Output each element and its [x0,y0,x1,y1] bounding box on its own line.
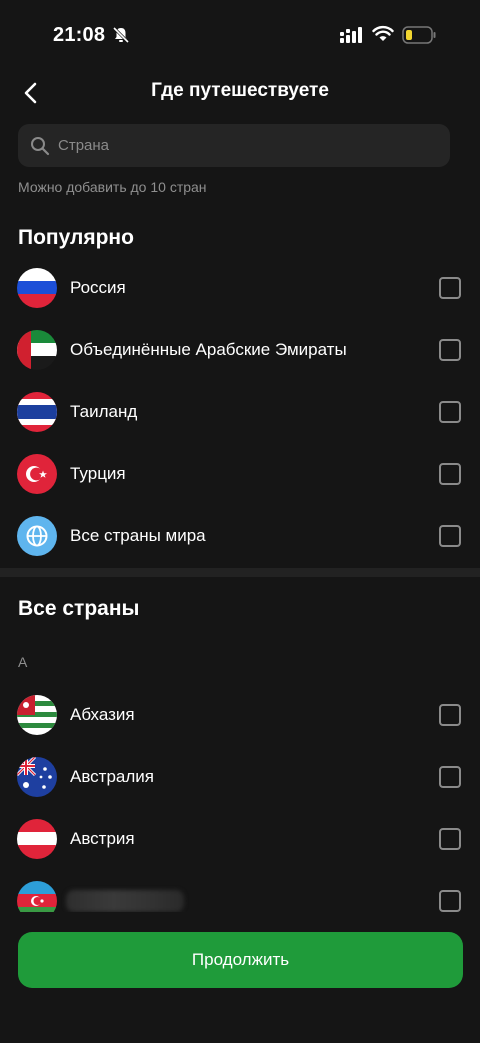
country-checkbox[interactable] [439,277,461,299]
thailand-flag-icon [17,392,57,432]
country-label: Россия [70,278,126,297]
alphabet-letter: А [18,654,28,670]
signal-icon [340,27,362,43]
turkey-flag-icon [17,454,57,494]
country-row-turkey[interactable]: Турция [0,443,480,505]
country-checkbox[interactable] [439,766,461,788]
country-row-russia[interactable]: Россия [0,257,480,319]
section-title-all-countries: Все страны [18,597,140,620]
search-icon [31,136,50,155]
search-box[interactable] [18,124,450,167]
country-label: Австралия [70,767,154,786]
status-time: 21:08 [53,24,106,46]
country-row-abkhazia[interactable]: Абхазия [0,684,480,746]
austria-flag-icon [17,819,57,859]
uae-flag-icon [17,330,57,370]
country-label: Объединённые Арабские Эмираты [70,340,347,359]
russia-flag-icon [17,268,57,308]
country-checkbox[interactable] [439,525,461,547]
abkhazia-flag-icon [17,695,57,735]
page-title: Где путешествуете [151,80,329,101]
country-label: Все страны мира [70,526,206,545]
bell-mute-icon [112,26,130,44]
country-checkbox[interactable] [439,890,461,912]
country-row-all-world[interactable]: Все страны мира [0,505,480,567]
australia-flag-icon [17,757,57,797]
country-label: Турция [70,464,126,483]
country-label: Австрия [70,829,135,848]
status-bar: 21:08 [0,0,480,70]
section-divider [0,568,480,577]
country-label: Таиланд [70,402,138,421]
country-checkbox[interactable] [439,704,461,726]
country-row-australia[interactable]: Австралия [0,746,480,808]
country-row-thailand[interactable]: Таиланд [0,381,480,443]
country-checkbox[interactable] [439,339,461,361]
continue-button[interactable]: Продолжить [18,932,463,988]
battery-icon [402,26,436,44]
blurred-country-label [66,890,184,912]
country-row-uae[interactable]: Объединённые Арабские Эмираты [0,319,480,381]
hint-text: Можно добавить до 10 стран [18,179,207,195]
country-label: Абхазия [70,705,135,724]
country-row-austria[interactable]: Австрия [0,808,480,870]
nav-bar: Где путешествуете [0,70,480,114]
wifi-icon [372,25,394,41]
section-title-popular: Популярно [18,226,134,249]
country-checkbox[interactable] [439,401,461,423]
country-checkbox[interactable] [439,828,461,850]
search-input[interactable] [58,137,418,154]
globe-icon [17,516,57,556]
country-checkbox[interactable] [439,463,461,485]
